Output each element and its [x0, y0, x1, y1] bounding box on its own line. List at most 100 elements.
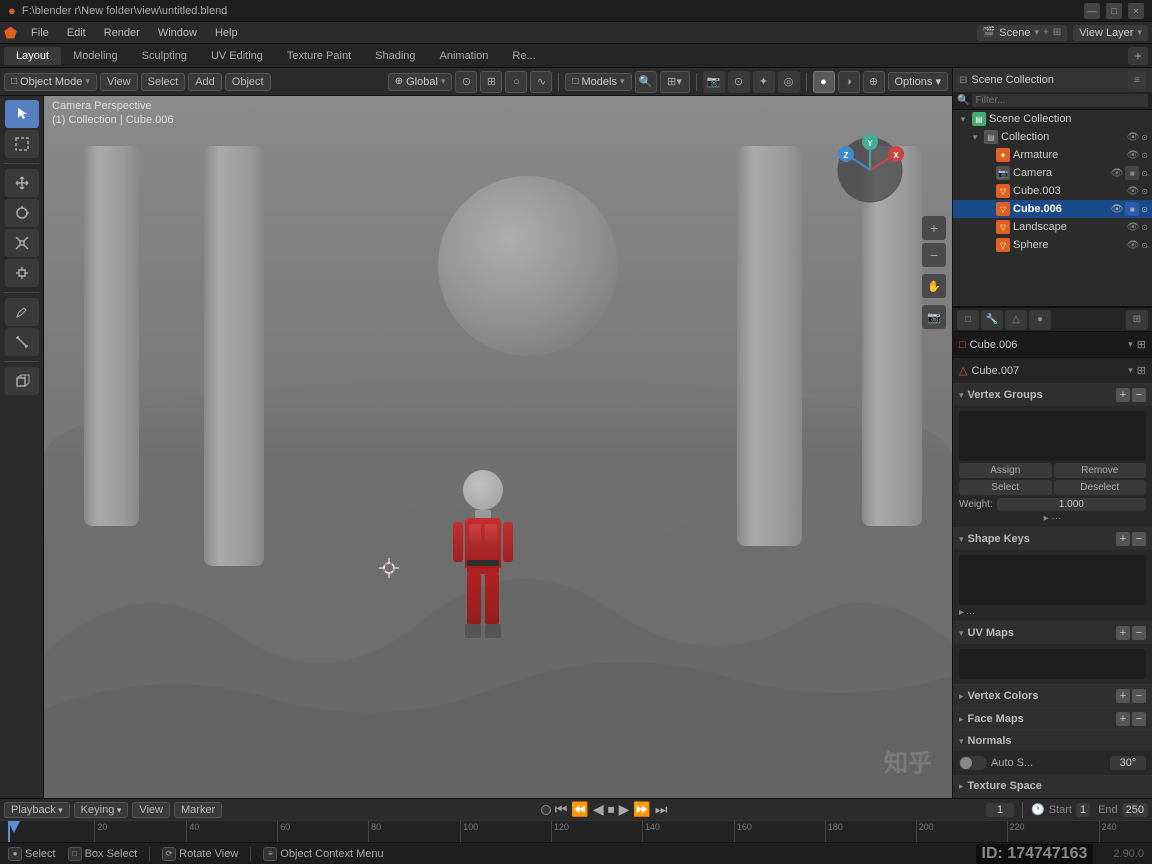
current-frame[interactable]: 1	[986, 803, 1014, 817]
tree-item-armature[interactable]: ✦ Armature 👁 ⊙	[953, 146, 1152, 164]
start-frame[interactable]: 1	[1076, 803, 1090, 817]
view-layer-selector[interactable]: View Layer ▾	[1073, 25, 1148, 41]
fm-add-btn[interactable]: +	[1116, 712, 1130, 726]
vertex-colors-header[interactable]: ▸ Vertex Colors + −	[953, 685, 1152, 707]
playback-dropdown[interactable]: Playback ▾	[4, 802, 70, 818]
shape-keys-header[interactable]: ▾ Shape Keys + −	[953, 528, 1152, 550]
camera-cam[interactable]: ⊙	[1141, 169, 1148, 178]
props-icon-material[interactable]: ●	[1029, 310, 1051, 330]
tab-modeling[interactable]: Modeling	[61, 47, 130, 65]
cube003-vis[interactable]: 👁	[1127, 186, 1140, 197]
face-maps-header[interactable]: ▸ Face Maps + −	[953, 708, 1152, 730]
tab-layout[interactable]: Layout	[4, 47, 61, 65]
pivot-btn[interactable]: ⊙	[455, 71, 477, 93]
measure-tool[interactable]	[5, 328, 39, 356]
next-keyframe-btn[interactable]: ⏩	[633, 801, 650, 818]
tree-item-scene-collection[interactable]: ▾ ▤ Scene Collection	[953, 110, 1152, 128]
view-menu[interactable]: View	[100, 73, 138, 91]
status-context-menu[interactable]: ≡ Object Context Menu	[263, 847, 383, 861]
add-menu[interactable]: Add	[188, 73, 222, 91]
transform-tool[interactable]	[5, 259, 39, 287]
vc-minus-btn[interactable]: −	[1132, 689, 1146, 703]
vg-weight-input[interactable]: 1.000	[997, 498, 1146, 511]
menu-file[interactable]: File	[23, 25, 57, 41]
scale-tool[interactable]	[5, 229, 39, 257]
landscape-cam[interactable]: ⊙	[1141, 223, 1148, 232]
vertex-groups-header[interactable]: ▾ Vertex Groups + −	[953, 384, 1152, 406]
status-select[interactable]: ● Select	[8, 847, 56, 861]
uv-maps-header[interactable]: ▾ UV Maps + −	[953, 622, 1152, 644]
cube006-extra[interactable]: ■	[1125, 202, 1139, 216]
scene-selector[interactable]: 🎬 Scene ▾ + ⊞	[977, 25, 1067, 41]
collection-vis-icon[interactable]: 👁	[1127, 132, 1140, 143]
armature-vis[interactable]: 👁	[1127, 150, 1140, 161]
viewport-3d[interactable]: Camera Perspective (1) Collection | Cube…	[44, 96, 952, 798]
transform-selector[interactable]: ⊕ Global ▾	[388, 73, 453, 91]
options-button[interactable]: Options ▾	[888, 72, 949, 91]
props-icon-object[interactable]: □	[957, 310, 979, 330]
vg-assign-btn[interactable]: Assign	[959, 463, 1052, 478]
outliner-filter-btn[interactable]: ≡	[1128, 71, 1146, 89]
box-select-tool[interactable]	[5, 130, 39, 158]
jump-start-btn[interactable]: ⏮	[555, 801, 568, 818]
menu-render[interactable]: Render	[96, 25, 148, 41]
rotate-tool[interactable]	[5, 199, 39, 227]
workspace-add-button[interactable]: +	[1128, 47, 1148, 65]
object-menu[interactable]: Object	[225, 73, 271, 91]
gizmo-btn[interactable]: ✦	[753, 71, 775, 93]
annotate-tool[interactable]	[5, 298, 39, 326]
camera-vis[interactable]: 👁	[1111, 168, 1124, 179]
play-reverse-btn[interactable]: ◀	[593, 801, 604, 818]
vg-select-btn[interactable]: Select	[959, 480, 1052, 495]
status-rotate[interactable]: ⟳ Rotate View	[162, 847, 238, 861]
fm-minus-btn[interactable]: −	[1132, 712, 1146, 726]
snap-options[interactable]: ∿	[530, 71, 552, 93]
proportional-btn[interactable]: ○	[505, 71, 527, 93]
sk-add-btn[interactable]: +	[1116, 532, 1130, 546]
select-tool[interactable]	[5, 100, 39, 128]
tab-re[interactable]: Re...	[500, 47, 547, 65]
auto-smooth-toggle[interactable]	[959, 756, 987, 770]
jump-end-btn[interactable]: ⏭	[655, 801, 668, 818]
marker-dropdown[interactable]: Marker	[174, 802, 222, 818]
uv-minus-btn[interactable]: −	[1132, 626, 1146, 640]
armature-cam[interactable]: ⊙	[1141, 151, 1148, 160]
vg-deselect-btn[interactable]: Deselect	[1054, 480, 1147, 495]
tree-item-collection[interactable]: ▾ ▤ Collection 👁 ⊙	[953, 128, 1152, 146]
camera-extra[interactable]: ■	[1125, 166, 1139, 180]
snap-btn[interactable]: ⊞	[480, 71, 502, 93]
tree-item-landscape[interactable]: ▽ Landscape 👁 ⊙	[953, 218, 1152, 236]
timeline-ruler[interactable]: 1 20 40 60 80 100 120 140 160 180 200 22…	[0, 821, 1152, 842]
uv-add-btn[interactable]: +	[1116, 626, 1130, 640]
solid-mode-btn[interactable]: ●	[813, 71, 835, 93]
keying-dropdown[interactable]: Keying ▾	[74, 802, 129, 818]
sk-expand-btn[interactable]: ▸ ···	[959, 607, 975, 618]
cube006-vis[interactable]: 👁	[1111, 204, 1124, 215]
data-extra-icon[interactable]: ⊞	[1137, 364, 1146, 377]
view-dropdown[interactable]: View	[132, 802, 170, 818]
status-box-select[interactable]: □ Box Select	[68, 847, 138, 861]
menu-edit[interactable]: Edit	[59, 25, 94, 41]
material-mode-btn[interactable]: ◑	[838, 71, 860, 93]
scene-expand-icon[interactable]: ⊞	[1053, 27, 1061, 38]
mode-selector[interactable]: □ Object Mode ▾	[4, 73, 97, 91]
collection-hide-icon[interactable]: ⊙	[1141, 133, 1148, 142]
menu-help[interactable]: Help	[207, 25, 246, 41]
tree-item-sphere[interactable]: ▽ Sphere 👁 ⊙	[953, 236, 1152, 254]
tab-shading[interactable]: Shading	[363, 47, 427, 65]
vg-minus-btn[interactable]: −	[1132, 388, 1146, 402]
camera-view-btn[interactable]: 📷	[922, 305, 946, 329]
xray-btn[interactable]: ◎	[778, 71, 800, 93]
tab-sculpting[interactable]: Sculpting	[130, 47, 199, 65]
close-button[interactable]: ×	[1128, 3, 1144, 19]
keyframe-dot[interactable]	[541, 805, 551, 815]
vg-remove-btn[interactable]: Remove	[1054, 463, 1147, 478]
sphere-vis[interactable]: 👁	[1127, 240, 1140, 251]
tree-item-cube006[interactable]: ▽ Cube.006 👁 ■ ⊙	[953, 200, 1152, 218]
select-menu[interactable]: Select	[141, 73, 186, 91]
cube006-cam[interactable]: ⊙	[1141, 205, 1148, 214]
props-icon-data[interactable]: △	[1005, 310, 1027, 330]
sphere-cam[interactable]: ⊙	[1141, 241, 1148, 250]
tab-uv-editing[interactable]: UV Editing	[199, 47, 275, 65]
props-icon-expand[interactable]: ⊞	[1126, 310, 1148, 330]
